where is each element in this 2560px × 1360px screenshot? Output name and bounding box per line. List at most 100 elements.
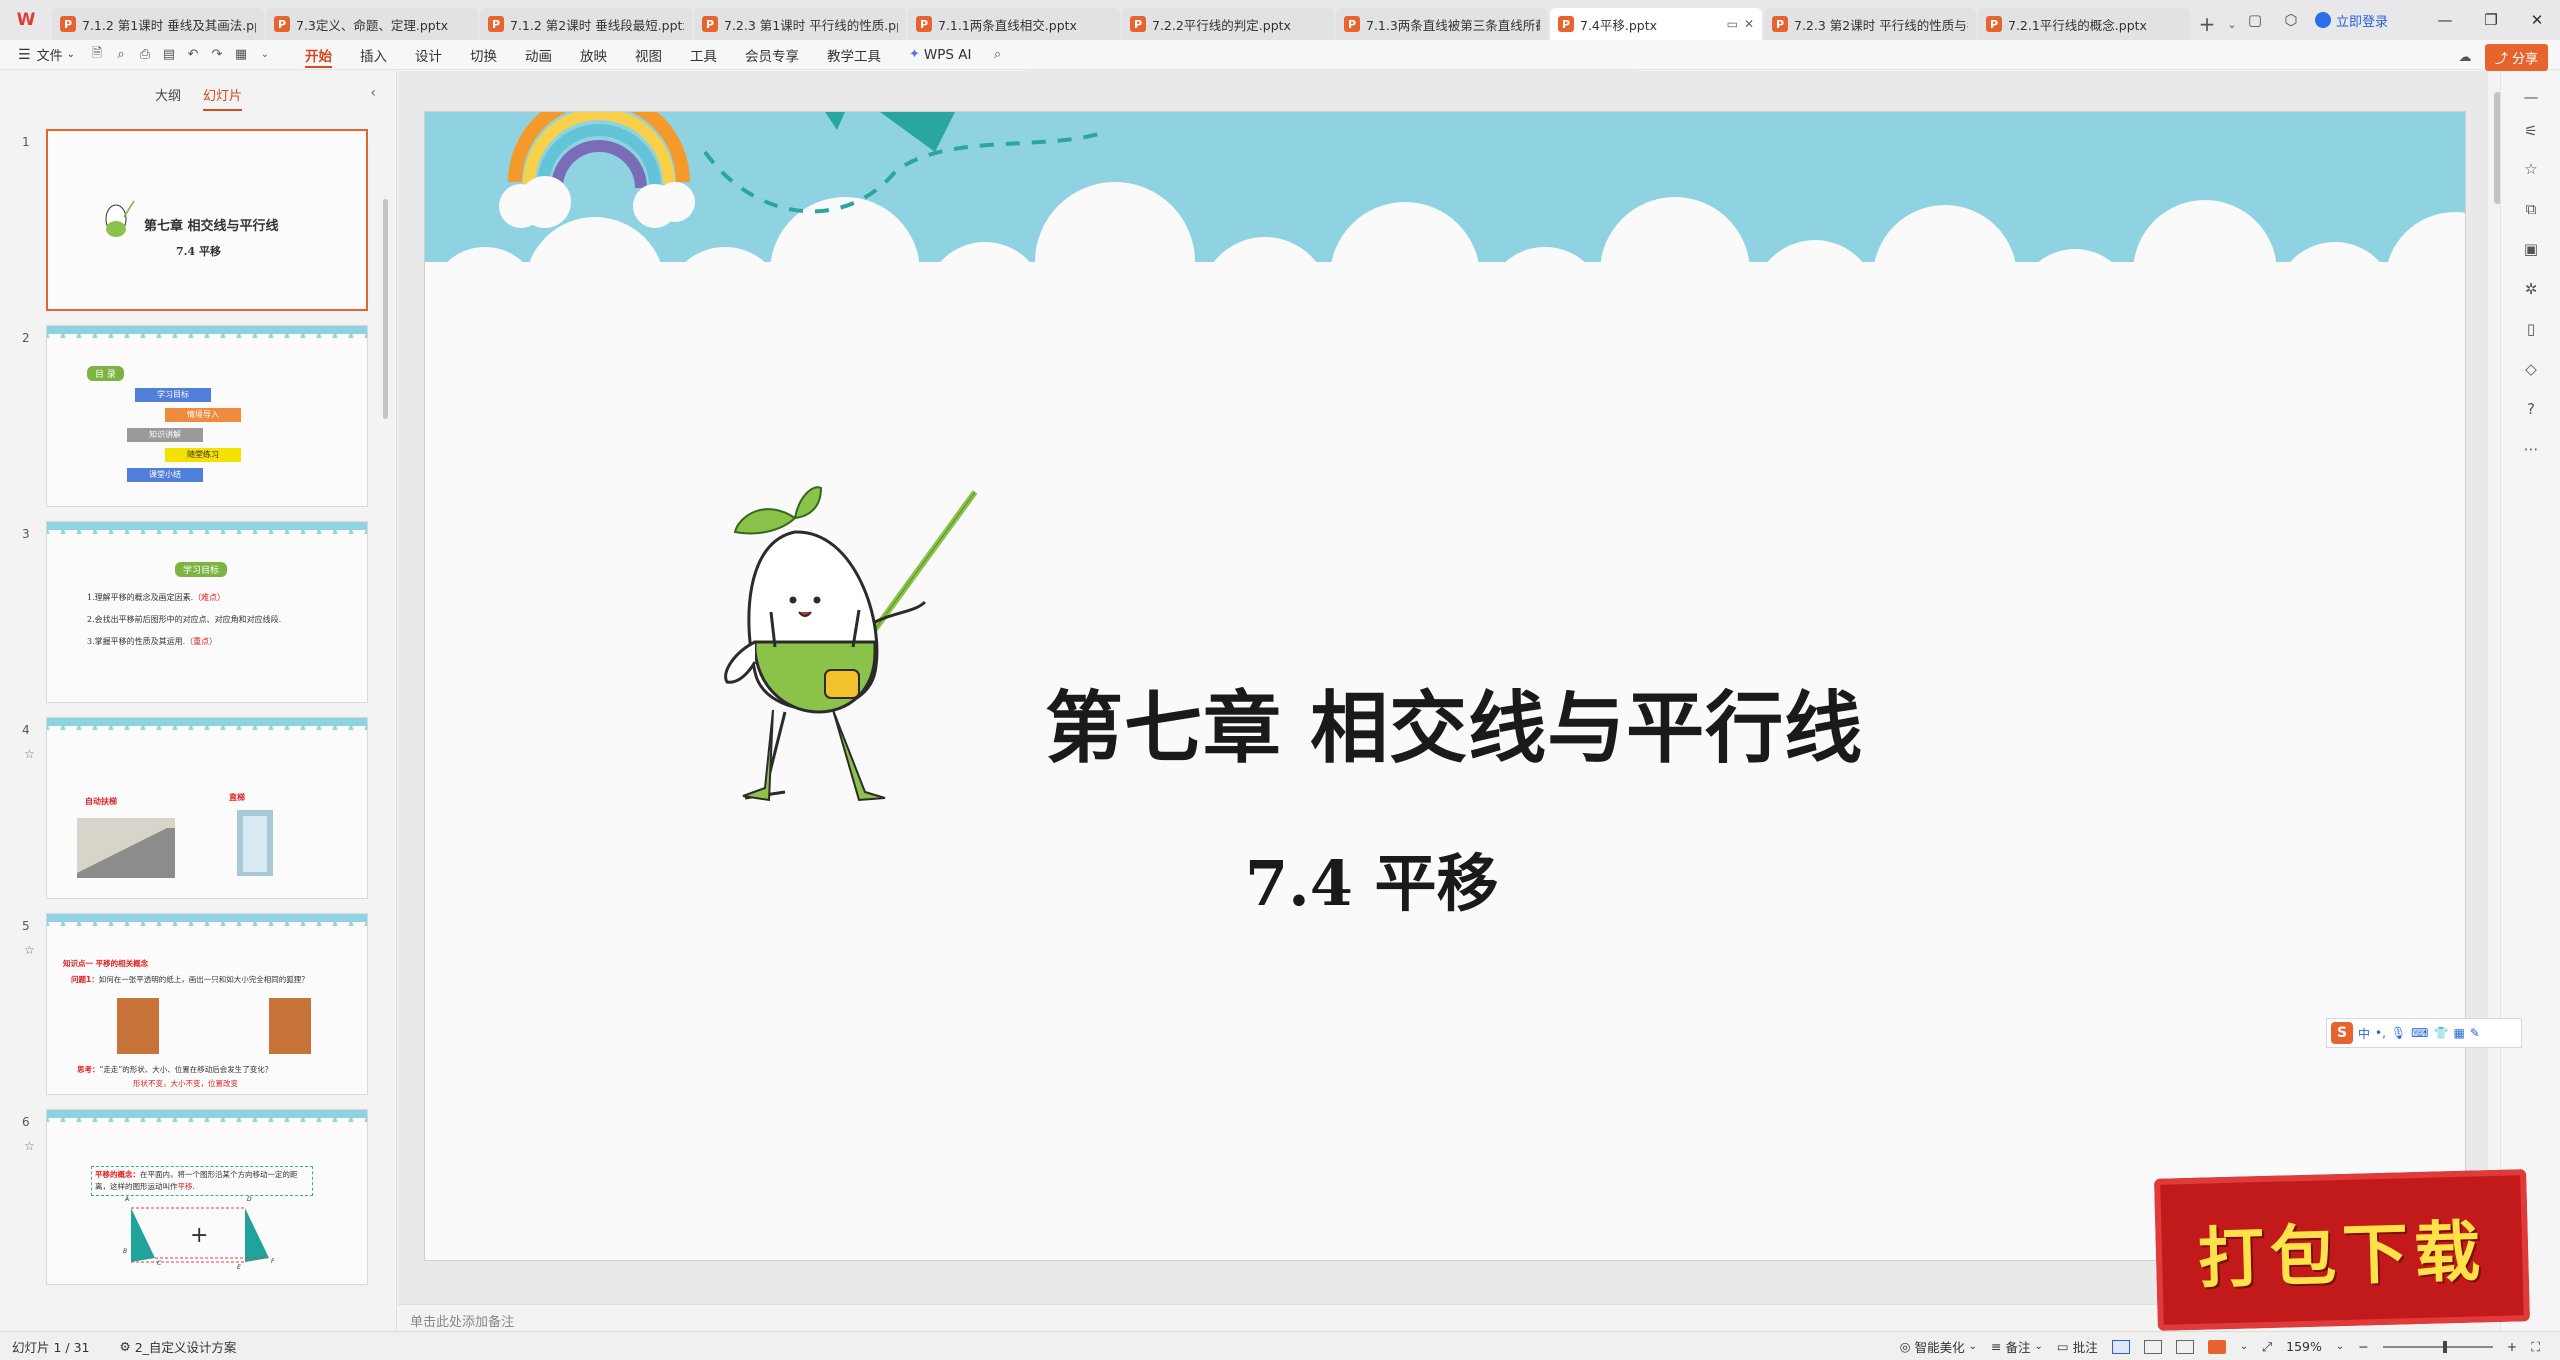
add-slide-plus-icon[interactable]: + <box>190 1223 208 1248</box>
slide-subtitle[interactable]: 7.4 平移 <box>1245 833 1498 923</box>
help-icon[interactable]: ? <box>2519 397 2543 421</box>
login-button[interactable]: 立即登录 <box>2314 11 2388 30</box>
zoom-out-icon[interactable]: − <box>2358 1339 2368 1354</box>
shape-icon[interactable]: ◇ <box>2519 357 2543 381</box>
wps-logo-icon[interactable]: W <box>0 0 52 40</box>
tab-doc-2[interactable]: P 7.3定义、命题、定理.pptx <box>266 8 478 40</box>
file-menu[interactable]: ☰ 文件 ⌄ <box>0 45 85 65</box>
slide-thumbnail-4[interactable]: 自动扶梯 直梯 <box>46 717 368 899</box>
collapse-sidebar-icon[interactable]: — <box>2519 85 2543 109</box>
copy-icon[interactable]: ⧉ <box>2519 197 2543 221</box>
new-tab-plus-icon[interactable]: + <box>2192 8 2222 40</box>
format-painter-icon[interactable]: ▦ <box>229 43 253 67</box>
zoom-chevron-icon[interactable]: ⌄ <box>2336 1341 2344 1352</box>
zoom-slider-knob[interactable] <box>2442 1340 2447 1353</box>
collapse-panel-icon[interactable]: ‹ <box>370 85 376 101</box>
tab-monitor-icon[interactable]: ▭ <box>1727 17 1738 31</box>
tab-doc-5[interactable]: P 7.1.1两条直线相交.pptx <box>908 8 1120 40</box>
tab-doc-4[interactable]: P 7.2.3 第1课时 平行线的性质.pptx <box>694 8 906 40</box>
favorite-star-icon[interactable]: ☆ <box>2519 157 2543 181</box>
tab-slides[interactable]: 幻灯片 <box>203 85 243 111</box>
shirt-skin-icon[interactable]: 👕 <box>2433 1026 2448 1040</box>
slide-thumbnail-5[interactable]: 知识点一 平移的相关概念 问题1：如何在一张平透明的纸上，画出一只和如大小完全相… <box>46 913 368 1095</box>
wps-ai-button[interactable]: ✦ WPS AI <box>895 40 985 70</box>
minimize-icon[interactable]: — <box>2422 0 2468 40</box>
fit-window-icon[interactable]: ⤢ <box>2262 1339 2272 1355</box>
tab-doc-1[interactable]: P 7.1.2 第1课时 垂线及其画法.pptx <box>52 8 264 40</box>
ribbon-tab-insert[interactable]: 插入 <box>346 40 401 70</box>
ribbon-tab-teaching[interactable]: 教学工具 <box>813 40 895 70</box>
sogou-logo-icon[interactable]: S <box>2331 1022 2353 1044</box>
slide-title[interactable]: 第七章 相交线与平行线 <box>1045 666 1863 778</box>
notes-toggle-button[interactable]: ≡ 备注 ⌄ <box>1991 1337 2043 1356</box>
ribbon-tab-home[interactable]: 开始 <box>291 40 346 70</box>
zoom-slider[interactable] <box>2382 1340 2493 1353</box>
smart-beautify-button[interactable]: ◎ 智能美化 ⌄ <box>1900 1337 1977 1356</box>
ribbon-tab-view[interactable]: 视图 <box>621 40 676 70</box>
download-package-badge[interactable]: 打包下载 <box>2154 1169 2530 1331</box>
ribbon-tab-member[interactable]: 会员专享 <box>731 40 813 70</box>
print-icon[interactable]: ⎙ <box>133 43 157 67</box>
ribbon-tab-slideshow[interactable]: 放映 <box>566 40 621 70</box>
reading-view-icon[interactable] <box>2175 1339 2194 1354</box>
cloud-sync-icon[interactable]: ☁ <box>2453 46 2477 70</box>
document-icon[interactable]: ▯ <box>2519 317 2543 341</box>
ime-extra-icon[interactable]: ✎ <box>2470 1026 2480 1040</box>
slide-thumbnail-6[interactable]: 平移的概念：在平面内，将一个图形沿某个方向移动一定的距离，这样的图形运动叫作平移… <box>46 1109 368 1285</box>
ribbon-tab-transition[interactable]: 切换 <box>456 40 511 70</box>
thumbnail-number: 1 <box>22 135 30 149</box>
status-bar: 幻灯片 1 / 31 ⚙ 2_自定义设计方案 ◎ 智能美化 ⌄ ≡ 备注 ⌄ ▭ 批注 ⌄ … <box>0 1331 2560 1360</box>
think-text: “走走”的形状、大小、位置在移动后会发生了变化？ <box>99 1065 273 1074</box>
ribbon-tab-tools[interactable]: 工具 <box>676 40 731 70</box>
slide-thumbnail-3[interactable]: 学习目标 1.理解平移的概念及画定因素.（难点） 2.会找出平移前后图形中的对应… <box>46 521 368 703</box>
search-icon[interactable]: ⌕ <box>985 43 1009 67</box>
find-icon[interactable]: ⌕ <box>109 43 133 67</box>
print-preview-icon[interactable]: ▤ <box>157 43 181 67</box>
tool-slider-icon[interactable]: ⚟ <box>2519 119 2543 143</box>
tab-doc-6[interactable]: P 7.2.2平行线的判定.pptx <box>1122 8 1334 40</box>
more-icon[interactable]: ⋯ <box>2519 437 2543 461</box>
skin-icon[interactable]: ⬡ <box>2273 0 2309 40</box>
think-label: 思考： <box>77 1065 100 1074</box>
tab-outline[interactable]: 大纲 <box>155 85 181 111</box>
play-slideshow-icon[interactable] <box>2207 1339 2226 1354</box>
tab-doc-10[interactable]: P 7.2.1平行线的概念.pptx <box>1978 8 2190 40</box>
undo-icon[interactable]: ↶ <box>181 43 205 67</box>
tab-doc-7[interactable]: P 7.1.3两条直线被第三条直线所截 <box>1336 8 1548 40</box>
comments-button[interactable]: ▭ 批注 <box>2057 1337 2098 1356</box>
save-icon[interactable]: 🗎 <box>85 43 109 67</box>
restore-icon[interactable]: ❐ <box>2468 0 2514 40</box>
microphone-icon[interactable]: 🎙 <box>2391 1026 2406 1040</box>
window-layout-icon[interactable]: ▢ <box>2237 0 2273 40</box>
panel-tabs: 大纲 幻灯片 <box>0 85 397 111</box>
thumbnail-subtitle: 7.4 平移 <box>176 245 221 258</box>
tab-doc-3[interactable]: P 7.1.2 第2课时 垂线段最短.pptx <box>480 8 692 40</box>
slide-thumbnail-1[interactable]: 第七章 相交线与平行线 7.4 平移 <box>46 129 368 311</box>
document-tab-bar: W P 7.1.2 第1课时 垂线及其画法.pptx P 7.3定义、命题、定理.p… <box>0 0 2560 40</box>
zoom-level[interactable]: 159% <box>2286 1339 2322 1354</box>
ribbon-tab-design[interactable]: 设计 <box>401 40 456 70</box>
redo-icon[interactable]: ↷ <box>205 43 229 67</box>
tab-close-icon[interactable]: ✕ <box>1744 17 1754 31</box>
tab-doc-9[interactable]: P7.2.3 第2课时 平行线的性质与判定 <box>1764 8 1976 40</box>
image-edit-icon[interactable]: ▣ <box>2519 237 2543 261</box>
share-button[interactable]: ⤴ 分享 <box>2484 44 2548 71</box>
zoom-in-icon[interactable]: + <box>2507 1339 2517 1354</box>
chevron-down-icon[interactable]: ⌄ <box>2240 1341 2248 1352</box>
punctuation-icon[interactable]: •, <box>2375 1026 2386 1040</box>
magic-tool-icon[interactable]: ✲ <box>2519 277 2543 301</box>
ime-mode-label[interactable]: 中 <box>2358 1025 2370 1042</box>
slide-sorter-icon[interactable] <box>2143 1339 2162 1354</box>
theme-name[interactable]: ⚙ 2_自定义设计方案 <box>120 1337 237 1356</box>
close-window-icon[interactable]: ✕ <box>2514 0 2560 40</box>
more-chevron-icon[interactable]: ⌄ <box>253 43 277 67</box>
grid-tools-icon[interactable]: ▦ <box>2453 1026 2464 1040</box>
hamburger-icon: ☰ <box>18 46 31 63</box>
normal-view-icon[interactable] <box>2111 1339 2130 1354</box>
keyboard-icon[interactable]: ⌨ <box>2411 1026 2428 1040</box>
ribbon-tab-animation[interactable]: 动画 <box>511 40 566 70</box>
current-slide[interactable]: 第七章 相交线与平行线 7.4 平移 <box>424 111 2466 1261</box>
tab-doc-active[interactable]: P 7.4平移.pptx ▭ ✕ <box>1550 8 1762 40</box>
fullscreen-icon[interactable]: ⛶ <box>2531 1339 2540 1355</box>
slide-thumbnail-2[interactable]: 目 录 学习目标 情境导入 知识讲解 随堂练习 课堂小结 <box>46 325 368 507</box>
